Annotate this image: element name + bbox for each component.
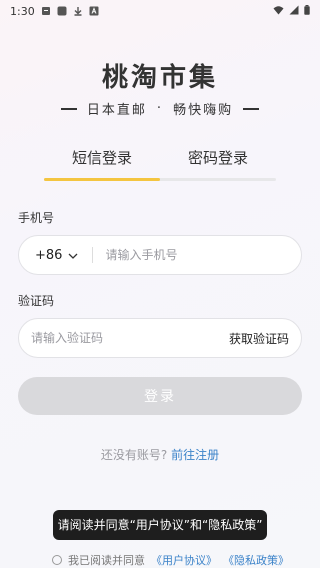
agreement-checkbox[interactable]: [52, 555, 62, 565]
slogan-part2: 畅快嗨购: [173, 103, 234, 118]
tab-underline-track: [44, 178, 276, 181]
agreement-prefix: 我已阅读并同意: [68, 554, 145, 567]
slogan-right-dash: [243, 107, 260, 110]
signal-icon: [289, 5, 299, 18]
text-icon: [89, 6, 99, 16]
tab-active-indicator: [44, 178, 160, 181]
register-row: 还没有账号? 前往注册: [0, 446, 320, 463]
slogan-part1: 日本直邮: [86, 103, 147, 118]
download-icon: [73, 6, 83, 16]
country-code-value: +86: [35, 247, 63, 263]
slogan-separator: ·: [156, 101, 164, 116]
battery-icon: [304, 4, 310, 18]
country-code-selector[interactable]: +86: [19, 248, 78, 263]
login-button[interactable]: 登录: [18, 377, 302, 415]
slogan: 日本直邮 · 畅快嗨购: [0, 99, 320, 118]
verification-code-input[interactable]: [31, 331, 221, 345]
agreement-toast: 请阅读并同意“用户协议”和“隐私政策”: [53, 510, 267, 540]
register-prompt: 还没有账号?: [100, 448, 168, 462]
wifi-icon: [273, 5, 284, 18]
phone-input[interactable]: [105, 248, 276, 262]
status-bar: 1:30: [0, 0, 320, 22]
privacy-policy-link[interactable]: 《隐私政策》: [223, 552, 289, 568]
register-link[interactable]: 前往注册: [171, 448, 219, 462]
app-title: 桃淘市集: [101, 63, 218, 93]
agreement-row: 我已阅读并同意 《用户协议》 《隐私政策》: [52, 552, 289, 568]
app-icon: [57, 6, 67, 16]
user-agreement-link[interactable]: 《用户协议》: [151, 552, 217, 568]
status-right: [273, 4, 310, 18]
chevron-down-icon: [68, 248, 78, 263]
notification-icon: [41, 6, 51, 16]
slogan-left-dash: [60, 107, 77, 110]
code-field: 获取验证码: [18, 318, 302, 358]
status-time: 1:30: [10, 4, 35, 18]
status-left: 1:30: [10, 5, 99, 18]
get-code-button[interactable]: 获取验证码: [229, 330, 289, 347]
code-label: 验证码: [18, 294, 55, 308]
phone-label: 手机号: [18, 211, 55, 225]
phone-field: +86: [18, 235, 302, 275]
country-code-divider: [92, 247, 94, 263]
